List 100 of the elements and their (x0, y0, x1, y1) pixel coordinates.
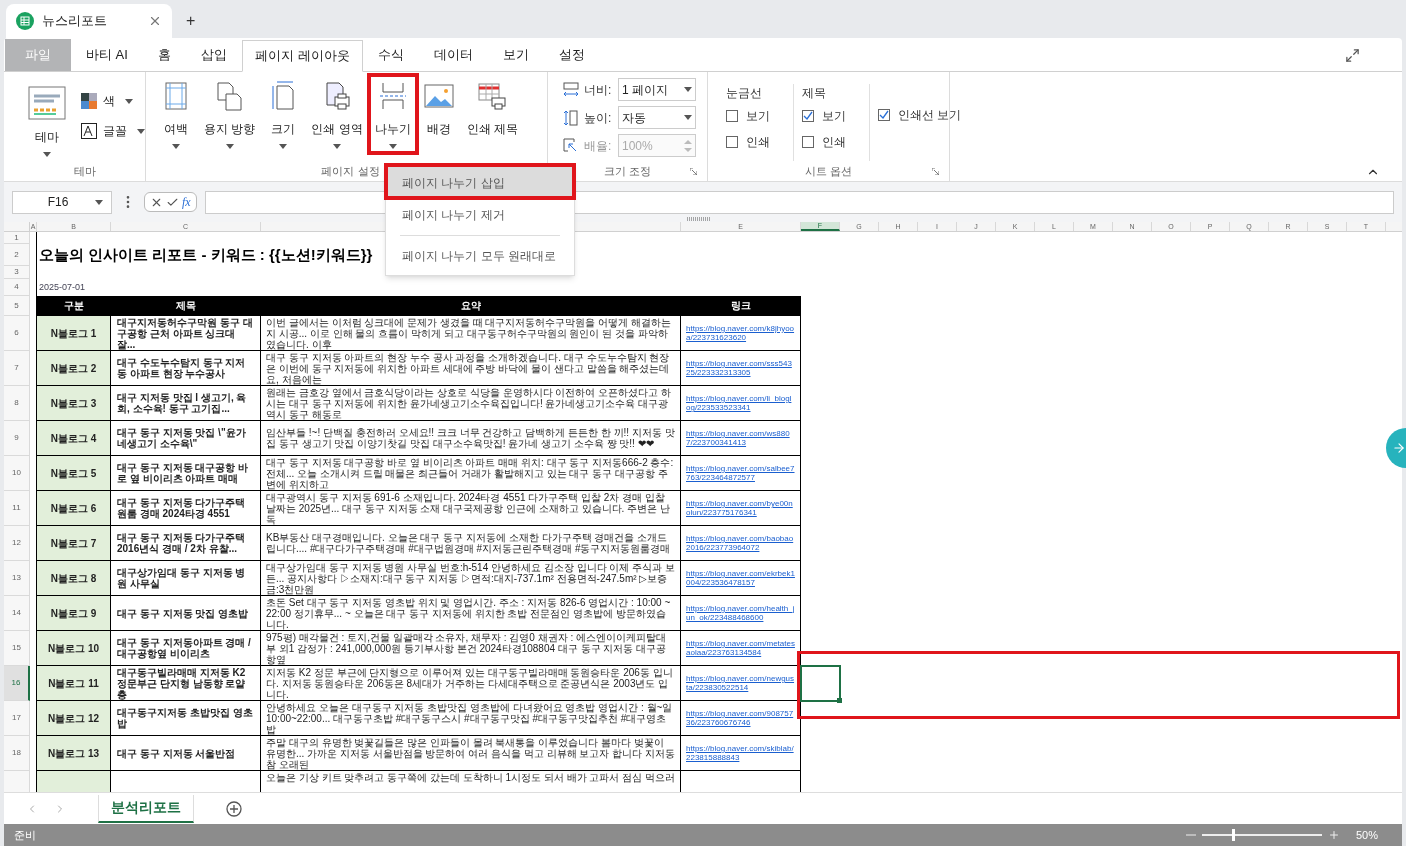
title-cell: 대구 동구 지저동 대구공항 바로 옆 비이리츠 아파트 매매 (111, 456, 261, 491)
option-heading: 눈금선 (726, 85, 763, 99)
checkbox[interactable] (726, 136, 738, 148)
function-button[interactable]: fx (182, 193, 191, 211)
field-label: 배율: (584, 137, 613, 155)
ribbon-button[interactable]: 나누기 (368, 78, 417, 152)
ribbon-button[interactable]: 배경 (416, 78, 461, 152)
theme-button[interactable]: 테마 (24, 72, 69, 161)
checkbox[interactable] (878, 108, 890, 121)
ribbon-button[interactable]: 글꼴 (81, 122, 145, 140)
table-header: 요약 (261, 296, 681, 316)
add-sheet-icon[interactable] (226, 800, 242, 817)
name-box[interactable]: F16 (12, 190, 112, 214)
document-tab[interactable]: 뉴스리포트 (6, 4, 172, 38)
title-cell: 대구 동구 지저동 맛집 \"윤가네생고기 소수육\" (111, 421, 261, 456)
width-icon (562, 80, 580, 99)
expand-icon[interactable] (1345, 48, 1360, 63)
caret-icon (42, 152, 51, 157)
dialog-launcher-icon[interactable] (932, 167, 939, 175)
checkbox[interactable] (802, 110, 814, 122)
link[interactable]: https://blog.naver.com/newgusta/223830522514 (686, 674, 795, 692)
caret-icon (125, 98, 133, 104)
row-header[interactable]: 3 (4, 266, 30, 279)
menu-tab[interactable]: 페이지 레이아웃 (241, 40, 363, 72)
link[interactable]: https://blog.naver.com/ekrbek1004/223536478157 (686, 569, 795, 587)
summary-cell: 안녕하세요 오늘은 대구동구 지저동 초밥맛집 영초밥에 다녀왔어요 영초밥 영업시간 : 월~일 10:00~22:00... 대구동구초밥 #대구동구스시 #대구동구맛집 #대구동구맛집추천 #대구영초밥 (261, 701, 681, 736)
row-header[interactable]: 14 (4, 596, 30, 631)
title-cell: 대구지저동허수구막원 동구 대구공항 근처 아파트 싱크대 잘... (111, 316, 261, 351)
close-icon[interactable] (148, 14, 162, 28)
menu-tab[interactable]: 설정 (543, 39, 600, 71)
row-header[interactable]: 10 (4, 456, 30, 491)
title-cell: 대구동구지저동 초밥맛집 영초밥 (111, 701, 261, 736)
ribbon-button[interactable]: 색 (81, 92, 145, 110)
dialog-launcher-icon[interactable] (690, 167, 697, 175)
ribbon-button[interactable]: 여백 (154, 78, 198, 152)
link[interactable]: https://blog.naver.com/metatesaolaa/223763134584 (686, 639, 795, 657)
link[interactable]: https://blog.naver.com/health_jun_ok/223488468600 (686, 604, 795, 622)
menu-tab[interactable]: 수식 (362, 39, 419, 71)
category-cell: N블로그 13 (37, 736, 111, 771)
row-header[interactable]: 6 (4, 316, 30, 351)
selected-cell[interactable] (800, 665, 841, 702)
menu-item[interactable]: 페이지 나누기 제거 (386, 199, 574, 231)
checkbox[interactable] (802, 136, 814, 148)
row-header[interactable]: 7 (4, 351, 30, 386)
row-header[interactable]: 11 (4, 491, 30, 526)
theme-icon (27, 86, 66, 120)
menu-tab[interactable]: 삽입 (185, 39, 242, 71)
caret-icon (172, 144, 180, 149)
row-header[interactable]: 13 (4, 561, 30, 596)
row-header[interactable]: 9 (4, 421, 30, 456)
row-header[interactable]: 18 (4, 736, 30, 771)
link[interactable]: https://blog.naver.com/bye00nolun/223775176341 (686, 499, 795, 517)
category-cell: N블로그 8 (37, 561, 111, 596)
caret-icon (333, 144, 341, 149)
menu-item[interactable]: 페이지 나누기 모두 원래대로 (386, 240, 574, 272)
title-cell: 대구 동구 지저동아파트 경매 / 대구공항옆 비이리츠 (111, 631, 261, 666)
row-header[interactable]: 1 (4, 232, 30, 244)
row-header[interactable]: 4 (4, 279, 30, 296)
dropdown-field[interactable]: 1 페이지 (618, 78, 696, 101)
report-date: 2025-07-01 (39, 280, 86, 294)
table-header: 구분 (37, 296, 111, 316)
row-header[interactable]: 12 (4, 526, 30, 561)
title-cell: 대구 동구 지저동 맛집 영초밥 (111, 596, 261, 631)
sheet-tab[interactable]: 분석리포트 (98, 794, 194, 823)
checkbox-label: 인쇄선 보기 (898, 106, 962, 124)
summary-cell: 대구 동구 지저동 아파트의 현장 누수 공사 과정을 소개하겠습니다. 대구 수도누수탐지 현장은 이번에 동구 지저동에 위치한 아파트 세대에 주방 바닥에 물이 샌다고 말씀을 해주셨는데요, 처음에는 (261, 351, 681, 386)
ribbon-button[interactable]: 인쇄 제목 (460, 78, 525, 152)
group-label: 테마 (73, 163, 96, 179)
link[interactable]: https://blog.naver.com/k8jhyooa/223731623620 (686, 324, 795, 342)
zoom-slider[interactable] (1201, 829, 1322, 841)
checkbox[interactable] (726, 110, 738, 122)
category-cell: N블로그 7 (37, 526, 111, 561)
menu-tab[interactable]: 보기 (487, 39, 544, 71)
row-header[interactable]: 16 (4, 666, 30, 701)
link[interactable]: https://blog.naver.com/skiblab/223815888843 (686, 744, 795, 762)
link[interactable]: https://blog.naver.com/salbee7763/223464872577 (686, 464, 795, 482)
link[interactable]: https://blog.naver.com/90875736/223760676746 (686, 709, 795, 727)
menu-tab[interactable]: 홈 (142, 39, 186, 71)
row-header[interactable]: 17 (4, 701, 30, 736)
category-cell: N블로그 10 (37, 631, 111, 666)
row-header[interactable]: 2 (4, 244, 30, 266)
new-tab-button[interactable]: + (180, 4, 202, 38)
link[interactable]: https://blog.naver.com/li_bloglog/223533523341 (686, 394, 795, 412)
row-header[interactable]: 5 (4, 296, 30, 316)
ribbon-button[interactable]: 용지 방향 (198, 78, 262, 152)
slider-thumb[interactable] (1231, 829, 1235, 841)
row-header[interactable]: 8 (4, 386, 30, 421)
title-cell: 대구동구빌라매매 지저동 K2 정문부근 단지형 남동향 로얄층 (111, 666, 261, 701)
dropdown-field[interactable]: 자동 (618, 106, 696, 129)
link[interactable]: https://blog.naver.com/sss54325/223332313305 (686, 359, 795, 377)
link[interactable]: https://blog.naver.com/ws8807/223700341413 (686, 429, 795, 447)
ribbon-button[interactable]: 인쇄 영역 (305, 78, 369, 152)
category-cell: N블로그 5 (37, 456, 111, 491)
menu-tab[interactable]: 데이터 (418, 39, 488, 71)
ribbon-button[interactable]: 크기 (261, 78, 306, 152)
row-header[interactable]: 15 (4, 631, 30, 666)
menu-item[interactable]: 페이지 나누기 삽입 (386, 167, 574, 199)
link[interactable]: https://blog.naver.com/baobao2016/223773964072 (686, 534, 795, 552)
grip-icon[interactable] (687, 217, 711, 221)
menu-tab[interactable]: 바티 AI (71, 39, 143, 71)
